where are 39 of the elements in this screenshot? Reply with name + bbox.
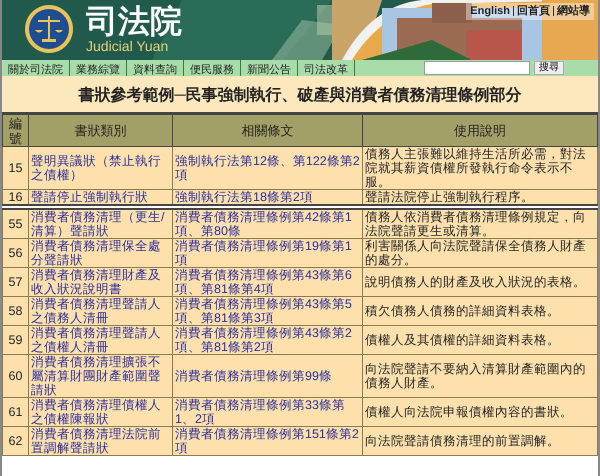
scales-logo-icon (24, 4, 74, 54)
usage-text: 債務人依消費者債務清理條例規定，向法院聲請更生或清算。 (365, 210, 587, 238)
table-title: 書狀參考範例─民事強制執行、破產與消費者債務清理條例部分 (78, 85, 522, 106)
nav-item[interactable]: 業務綜覽 (70, 60, 127, 76)
row-number: 57 (8, 275, 24, 289)
header-link[interactable]: 回首頁 (517, 3, 550, 20)
row-number: 56 (8, 246, 24, 260)
row-number: 15 (8, 161, 24, 175)
nav-item[interactable]: 便民服務 (184, 60, 241, 76)
row-number: 60 (8, 369, 24, 383)
usage-text: 利害關係人向法院聲請保全債務人財產的處分。 (365, 239, 587, 267)
site-subtitle: Judicial Yuan (86, 38, 170, 54)
usage-text: 說明債務人的財產及收入狀況的表格。 (365, 275, 587, 289)
usage-text: 債務人主張難以維持生活所必需，對法院就其薪資債權所發執行命令表示不服。 (365, 147, 587, 189)
column-header: 使用說明 (454, 122, 506, 138)
search-field[interactable] (424, 61, 530, 75)
usage-text: 債權人及其債權的詳細資料表格。 (365, 333, 561, 347)
column-header: 書狀類別 (74, 122, 126, 138)
row-number: 59 (8, 333, 24, 347)
header-link[interactable]: English (470, 3, 510, 20)
nav-item[interactable]: 資料查詢 (127, 60, 184, 76)
usage-text: 向法院聲請不要納入清算財產範圍內的債務人財產。 (365, 362, 587, 390)
usage-text: 債權人向法院申報債權內容的書狀。 (365, 405, 574, 419)
column-header: 編號 (9, 116, 22, 146)
site-title: 司法院 (86, 2, 182, 40)
row-number: 58 (8, 304, 24, 318)
row-number: 16 (8, 190, 24, 204)
usage-text: 積欠債務人債務的詳細資料表格。 (365, 304, 561, 318)
row-number: 61 (8, 405, 24, 419)
header-link[interactable]: 網站導 (557, 3, 590, 20)
row-number: 62 (8, 434, 24, 448)
usage-text: 向法院聲請債務清理的前置調解。 (365, 434, 561, 448)
column-header: 相關條文 (242, 122, 294, 138)
nav-item[interactable]: 司法改革 (298, 60, 355, 76)
nav-item[interactable]: 新聞公告 (241, 60, 298, 76)
search-button[interactable]: 搜尋 (534, 61, 564, 75)
usage-text: 聲請法院停止強制執行程序。 (365, 190, 535, 204)
row-number: 55 (8, 217, 24, 231)
nav-item[interactable]: 關於司法院 (2, 60, 70, 76)
